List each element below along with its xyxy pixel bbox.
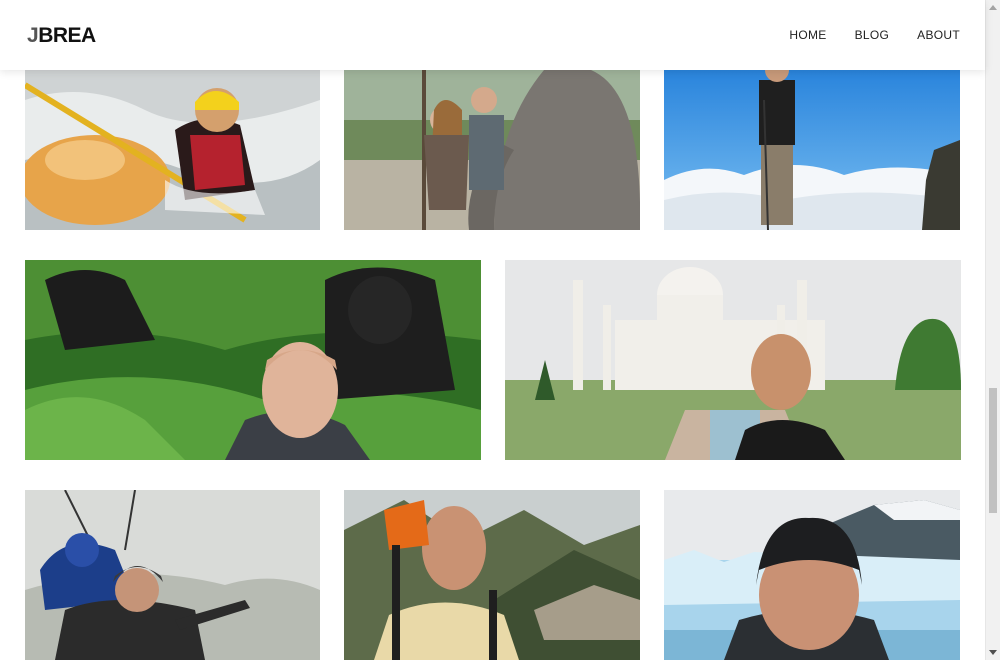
nav-link-about[interactable]: ABOUT [917, 28, 960, 42]
nav-link-home[interactable]: HOME [789, 28, 826, 42]
logo-text: BREA [38, 24, 96, 47]
machu-picchu-image [344, 490, 640, 660]
photo-gallery [0, 0, 985, 660]
gorillas-image [25, 260, 481, 460]
photo-glacier[interactable] [664, 490, 960, 660]
vertical-scrollbar[interactable] [985, 0, 1000, 660]
main-nav: HOME BLOG ABOUT [789, 28, 960, 42]
site-logo[interactable]: JBREA [27, 25, 96, 47]
logo-initial: J [27, 24, 39, 47]
site-header: JBREA HOME BLOG ABOUT [0, 0, 985, 70]
photo-paragliding[interactable] [25, 490, 320, 660]
photo-machu-picchu[interactable] [344, 490, 640, 660]
scroll-up-arrow-icon[interactable] [989, 5, 997, 10]
photo-taj-mahal[interactable] [505, 260, 961, 460]
paragliding-image [25, 490, 320, 660]
scroll-down-arrow-icon[interactable] [989, 650, 997, 655]
photo-gorillas[interactable] [25, 260, 481, 460]
taj-mahal-image [505, 260, 961, 460]
nav-link-blog[interactable]: BLOG [855, 28, 890, 42]
glacier-image [664, 490, 960, 660]
scroll-thumb[interactable] [989, 388, 997, 513]
